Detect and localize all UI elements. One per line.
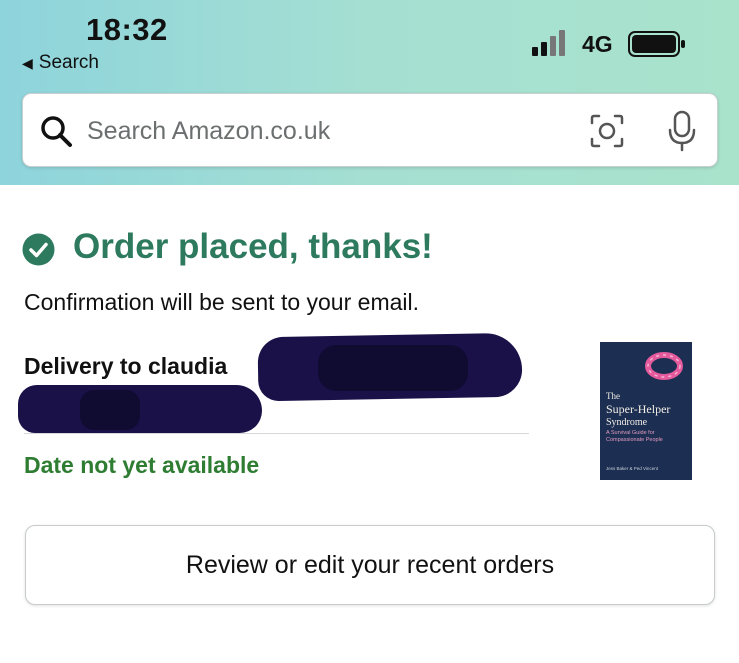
network-type: 4G [582,31,613,57]
battery-icon [628,31,685,57]
camera-icon[interactable] [589,113,625,149]
order-title: Order placed, thanks! [73,227,433,266]
confirmation-text: Confirmation will be sent to your email. [24,289,419,315]
product-thumbnail[interactable]: The Super-Helper Syndrome A Survival Gui… [600,342,692,480]
redaction-mark [18,385,262,433]
redaction-mark [318,345,468,391]
delivery-label: Delivery to claudia [24,353,228,379]
book-authors: Jess Baker & Ped Vincent [606,466,658,471]
delivery-date-status: Date not yet available [24,452,260,478]
book-title: The Super-Helper Syndrome [606,391,671,428]
divider [24,433,529,434]
signal-icon [532,30,565,56]
order-confirmation: Order placed, thanks! Confirmation will … [0,185,739,663]
back-to-search-link[interactable]: ◀ Search [22,52,99,74]
book-subtitle: A Survival Guide for Compassionate Peopl… [606,430,663,443]
review-orders-button[interactable]: Review or edit your recent orders [25,525,715,605]
search-icon[interactable] [39,114,73,148]
app-header: 18:32 ◀ Search 4G [0,0,739,185]
check-circle-icon [22,233,55,266]
back-arrow-icon: ◀ [22,54,33,71]
search-bar[interactable] [22,93,718,167]
status-time: 18:32 [86,12,168,47]
back-label: Search [38,52,99,73]
redaction-mark [80,390,140,430]
life-ring-icon [645,352,683,380]
search-input[interactable] [87,112,567,150]
mic-icon[interactable] [667,110,697,152]
